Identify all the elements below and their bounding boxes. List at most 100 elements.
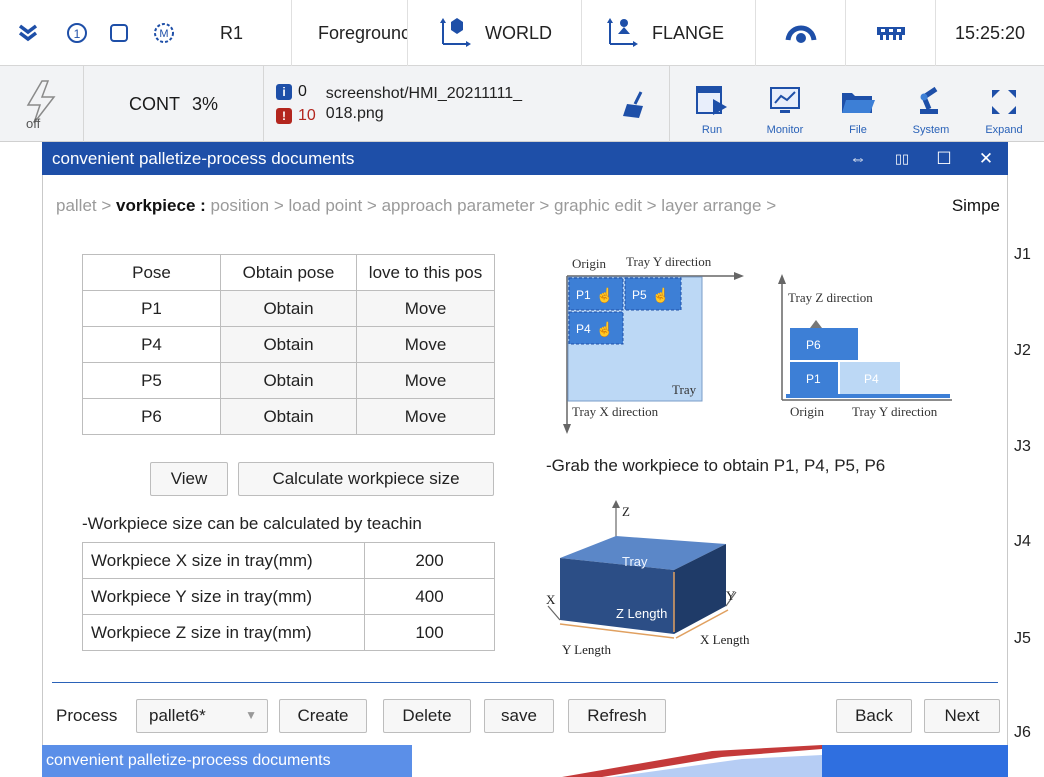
table-row: P1 Obtain Move xyxy=(82,290,495,327)
taskbar-window-tab[interactable]: convenient palletize-process documents xyxy=(42,745,412,777)
speed-value: 3% xyxy=(191,93,218,114)
diagram-tray-x-label: Tray X direction xyxy=(572,404,659,419)
world-coordinate-selector[interactable]: WORLD xyxy=(408,0,582,66)
obtain-p4-button[interactable]: Obtain xyxy=(220,326,357,363)
diagram-tray-y-label: Tray Y direction xyxy=(626,254,712,269)
tray-base xyxy=(786,394,950,398)
next-button[interactable]: Next xyxy=(924,699,1000,733)
robot-number-icon[interactable]: 1 xyxy=(56,0,98,66)
info-count: 0 xyxy=(298,83,307,100)
robot-arm-icon[interactable] xyxy=(756,0,846,66)
tray-3d-diagram: Z Tray Z Length X Y Y Length X Length xyxy=(546,500,750,657)
flange-frame-icon xyxy=(604,14,640,53)
p1-label: P1 xyxy=(576,288,591,302)
nav-run-label: Run xyxy=(701,124,723,136)
tray-xy-diagram: Origin Tray Y direction P1 ☝ P5 ☝ P4 ☝ T… xyxy=(563,254,744,434)
joint-j1[interactable]: J1 xyxy=(1014,246,1031,264)
tray-z-arrow xyxy=(778,274,786,284)
error-count: 10 xyxy=(298,107,316,124)
robot-name[interactable]: R1 xyxy=(188,0,292,66)
maximize-icon[interactable]: ☐ xyxy=(924,142,964,175)
y-axis-label: Y xyxy=(726,588,736,603)
chevron-down-icon: ▼ xyxy=(245,708,257,722)
run-foreground-mode[interactable]: Foregrounc xyxy=(292,0,408,66)
process-select-value: pallet6* xyxy=(149,706,206,725)
nav-run-button[interactable]: Run xyxy=(680,72,744,136)
move-p5-button[interactable]: Move xyxy=(356,362,495,399)
svg-text:M: M xyxy=(159,28,168,40)
manual-mode-icon[interactable]: M xyxy=(140,0,188,66)
nav-file-label: File xyxy=(849,124,867,136)
world-frame-icon xyxy=(437,14,473,53)
move-p4-button[interactable]: Move xyxy=(356,326,495,363)
table-row: P4 Obtain Move xyxy=(82,326,495,363)
message-area[interactable]: i 0 ! 10 screenshot/HMI_20211111_ 018.pn… xyxy=(264,66,670,142)
delete-button[interactable]: Delete xyxy=(383,699,471,733)
table-row: P6 Obtain Move xyxy=(82,398,495,435)
collapse-menu-icon[interactable] xyxy=(0,0,56,66)
nav-expand-button[interactable]: Expand xyxy=(972,72,1036,136)
joint-j5[interactable]: J5 xyxy=(1014,630,1031,648)
pose-table-header: Pose Obtain pose love to this pos xyxy=(82,254,495,291)
hand-icon: ☝ xyxy=(596,286,613,304)
servo-toggle[interactable]: off xyxy=(0,66,84,142)
run-icon xyxy=(695,85,729,124)
table-row: Workpiece Z size in tray(mm) 100 xyxy=(82,614,495,651)
process-label: Process xyxy=(56,706,118,725)
tray-x-arrow xyxy=(563,424,571,434)
obtain-p6-button[interactable]: Obtain xyxy=(220,398,357,435)
nav-monitor-button[interactable]: Monitor xyxy=(753,72,817,136)
p6-label: P6 xyxy=(806,338,821,352)
diagram-origin-label: Origin xyxy=(572,256,606,271)
breadcrumb-rest[interactable]: position > load point > approach paramet… xyxy=(206,196,777,215)
io-board-icon[interactable] xyxy=(846,0,936,66)
joint-j6[interactable]: J6 xyxy=(1014,724,1031,742)
joint-j3[interactable]: J3 xyxy=(1014,438,1031,456)
refresh-button[interactable]: Refresh xyxy=(568,699,666,733)
close-icon[interactable]: ✕ xyxy=(966,142,1006,175)
move-p1-button[interactable]: Move xyxy=(356,290,495,327)
message-line-1: screenshot/HMI_20211111_ xyxy=(325,85,523,102)
breadcrumb-pallet[interactable]: pallet > xyxy=(56,196,116,215)
header-obtain: Obtain pose xyxy=(220,254,357,291)
square-mode-icon[interactable] xyxy=(98,0,140,66)
tool-coordinate-selector[interactable]: FLANGE xyxy=(582,0,756,66)
tray-y-arrow xyxy=(734,272,744,280)
nav-system-button[interactable]: System xyxy=(899,72,963,136)
view-button[interactable]: View xyxy=(150,462,228,496)
workpiece-x-value[interactable]: 200 xyxy=(364,542,495,579)
tray-z-label: Tray Z direction xyxy=(788,290,873,305)
run-mode-speed[interactable]: CONT 3% xyxy=(84,66,264,142)
joint-j2[interactable]: J2 xyxy=(1014,342,1031,360)
workpiece-y-value[interactable]: 400 xyxy=(364,578,495,615)
breadcrumb-last[interactable]: Simpe xyxy=(952,196,1000,216)
breadcrumb-current[interactable]: vorkpiece : xyxy=(116,196,206,215)
move-p6-button[interactable]: Move xyxy=(356,398,495,435)
save-button[interactable]: save xyxy=(484,699,554,733)
pose-name: P1 xyxy=(82,290,221,327)
p4-side-label: P4 xyxy=(864,372,879,386)
workpiece-z-value[interactable]: 100 xyxy=(364,614,495,651)
box-tray-label: Tray xyxy=(622,554,648,569)
nav-file-button[interactable]: File xyxy=(826,72,890,136)
clear-messages-broom-icon[interactable] xyxy=(621,90,649,125)
swap-icon[interactable]: ⇔ xyxy=(838,142,878,175)
info-icon: i xyxy=(276,84,292,100)
taskbar-graphic xyxy=(412,745,822,777)
table-row: Workpiece X size in tray(mm) 200 xyxy=(82,542,495,579)
hand-icon: ☝ xyxy=(652,286,669,304)
box-front-face xyxy=(560,558,674,634)
obtain-p5-button[interactable]: Obtain xyxy=(220,362,357,399)
workpiece-z-label: Workpiece Z size in tray(mm) xyxy=(82,614,365,651)
grab-note: -Grab the workpiece to obtain P1, P4, P5… xyxy=(546,456,886,475)
back-button[interactable]: Back xyxy=(836,699,912,733)
joint-j4[interactable]: J4 xyxy=(1014,533,1031,551)
header-pose: Pose xyxy=(82,254,221,291)
expand-icon xyxy=(989,87,1019,124)
obtain-p1-button[interactable]: Obtain xyxy=(220,290,357,327)
process-select[interactable]: pallet6* ▼ xyxy=(136,699,268,733)
create-button[interactable]: Create xyxy=(279,699,367,733)
calculate-workpiece-size-button[interactable]: Calculate workpiece size xyxy=(238,462,494,496)
servo-state: off xyxy=(26,116,41,131)
split-view-icon[interactable]: ▯▯ xyxy=(882,142,922,175)
